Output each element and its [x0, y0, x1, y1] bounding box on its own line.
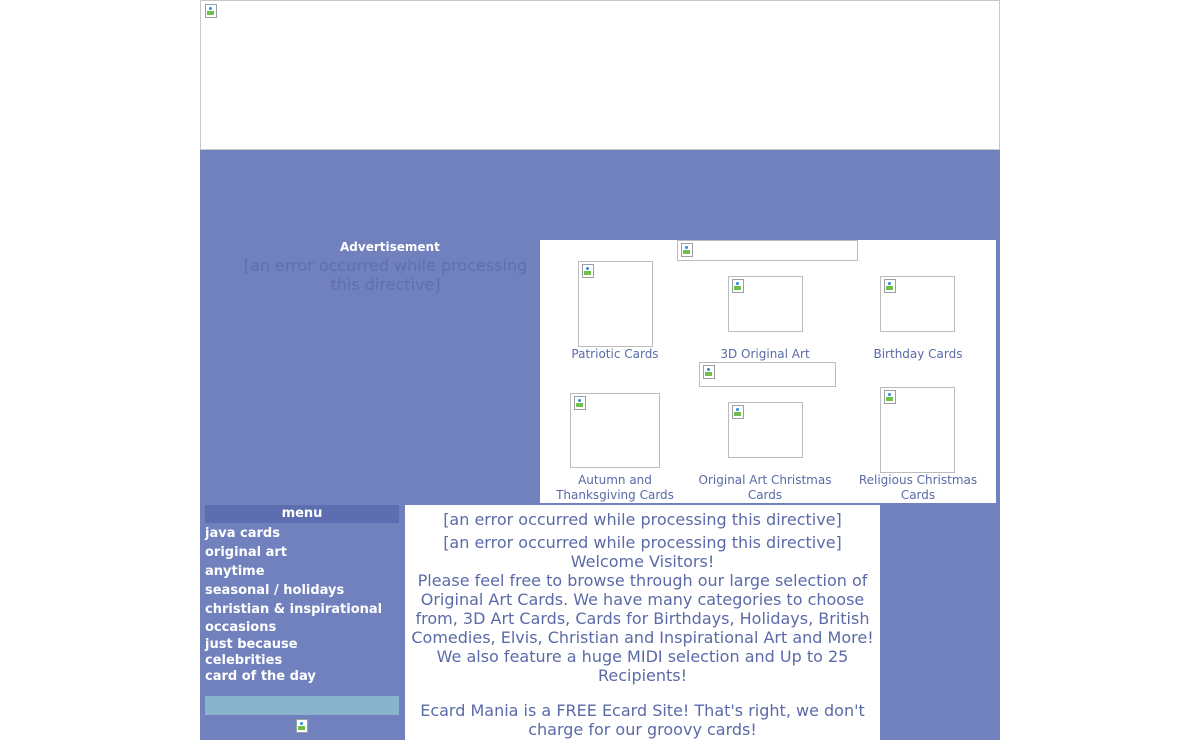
category-header-image: [677, 240, 858, 261]
menu-item-java-cards[interactable]: java cards: [205, 524, 399, 543]
menu-item-just-because[interactable]: just because: [205, 637, 399, 653]
welcome-heading: Welcome Visitors!: [570, 552, 715, 571]
broken-image-icon: [572, 395, 588, 411]
broken-image-icon: [294, 718, 310, 734]
category-divider-image: [699, 362, 836, 387]
broken-image-icon: [203, 3, 219, 19]
menu-title: menu: [205, 505, 399, 523]
christmas-art-thumbnail[interactable]: [728, 402, 803, 458]
broken-image-icon: [701, 364, 717, 380]
birthday-cards-thumbnail[interactable]: [880, 276, 955, 332]
menu-item-occasions[interactable]: occasions: [205, 619, 399, 637]
content-error-1: [an error occurred while processing this…: [443, 510, 842, 529]
ad-error-text: [an error occurred while processing this…: [243, 256, 528, 294]
menu-item-anytime[interactable]: anytime: [205, 562, 399, 581]
menu-item-celebrities[interactable]: celebrities: [205, 653, 399, 669]
broken-image-icon: [882, 389, 898, 405]
card-categories-panel: Patriotic Cards 3D Original Art Birthday…: [540, 240, 996, 503]
broken-image-icon: [580, 263, 596, 279]
autumn-cards-thumbnail[interactable]: [570, 393, 660, 468]
menu-footer-bar: [205, 696, 399, 715]
patriotic-cards-thumbnail[interactable]: [578, 261, 653, 347]
patriotic-cards-link[interactable]: Patriotic Cards: [540, 347, 690, 362]
menu-item-card-of-the-day[interactable]: card of the day: [205, 669, 399, 685]
birthday-cards-link[interactable]: Birthday Cards: [840, 347, 996, 362]
menu-item-seasonal-holidays[interactable]: seasonal / holidays: [205, 581, 399, 600]
welcome-content: [an error occurred while processing this…: [405, 505, 880, 740]
content-error-2: [an error occurred while processing this…: [443, 533, 842, 552]
broken-image-icon: [730, 404, 746, 420]
sidebar-menu: menu java cards original art anytime sea…: [205, 505, 399, 685]
banner-image[interactable]: [200, 0, 1000, 150]
broken-image-icon: [730, 278, 746, 294]
broken-image-icon: [882, 278, 898, 294]
free-ecard-paragraph: Ecard Mania is a FREE Ecard Site! That's…: [420, 701, 865, 739]
menu-item-original-art[interactable]: original art: [205, 543, 399, 562]
welcome-paragraph: Please feel free to browse through our l…: [411, 571, 874, 685]
christmas-art-link[interactable]: Original Art Christmas Cards: [690, 473, 840, 503]
advertisement-label: Advertisement: [340, 240, 440, 254]
menu-item-christian-inspirational[interactable]: christian & inspirational: [205, 600, 399, 619]
religious-christmas-thumbnail[interactable]: [880, 387, 955, 473]
broken-image-icon: [679, 242, 695, 258]
3d-original-art-thumbnail[interactable]: [728, 276, 803, 332]
autumn-cards-link[interactable]: Autumn and Thanksgiving Cards: [540, 473, 690, 503]
3d-original-art-link[interactable]: 3D Original Art: [690, 347, 840, 362]
religious-christmas-link[interactable]: Religious Christmas Cards: [840, 473, 996, 503]
